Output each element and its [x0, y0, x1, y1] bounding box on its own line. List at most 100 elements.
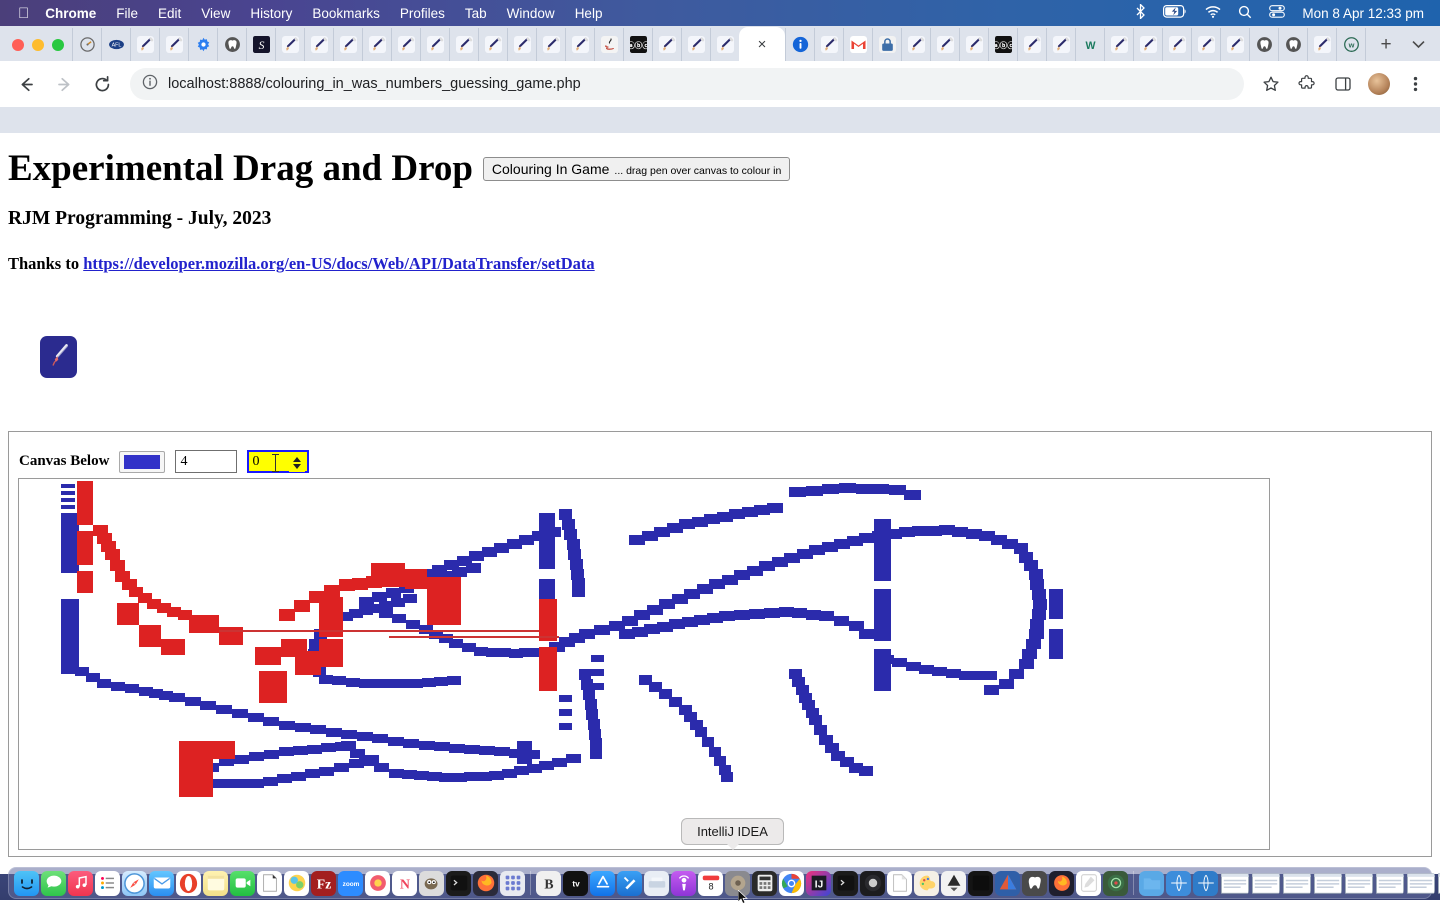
countdown-number-input[interactable]: 0: [247, 450, 310, 473]
spinner-down-icon[interactable]: [293, 464, 302, 469]
tab-25[interactable]: [814, 28, 843, 61]
tab-3[interactable]: [159, 28, 188, 61]
dock-item-imagecapture-icon[interactable]: [644, 870, 669, 896]
colouring-canvas[interactable]: [18, 478, 1270, 850]
tab-10[interactable]: [362, 28, 391, 61]
dock-item-filezilla-icon[interactable]: Fz: [311, 870, 336, 896]
dock-item-inkscape-icon[interactable]: [941, 870, 966, 896]
dock-item-minimized-window-7[interactable]: [1406, 871, 1435, 896]
back-arrow-icon[interactable]: [10, 68, 42, 100]
site-info-circle-icon[interactable]: [142, 74, 158, 94]
menu-item-history[interactable]: History: [250, 6, 292, 21]
dock-item-notes-icon[interactable]: [203, 870, 228, 896]
dock-item-affinity-icon[interactable]: [995, 870, 1020, 896]
menu-bar-clock[interactable]: Mon 8 Apr 12:33 pm: [1302, 6, 1424, 21]
menu-item-chrome[interactable]: Chrome: [45, 6, 96, 21]
tab-search-chevron-down-icon[interactable]: [1400, 28, 1436, 61]
tab-19[interactable]: ⓐⓑⓒ: [623, 28, 652, 61]
tab-44[interactable]: [1365, 28, 1372, 61]
maximize-window-button[interactable]: [52, 39, 64, 51]
tab-26[interactable]: [843, 28, 872, 61]
dock-item-notes2-icon[interactable]: [1076, 870, 1101, 896]
new-tab-button[interactable]: +: [1372, 28, 1400, 61]
datatransfer-setdata-link[interactable]: https://developer.mozilla.org/en-US/docs…: [83, 254, 594, 273]
tab-40[interactable]: [1249, 28, 1278, 61]
tab-34[interactable]: W: [1075, 28, 1104, 61]
dock-item-photos-icon[interactable]: [284, 870, 309, 896]
tab-42[interactable]: [1307, 28, 1336, 61]
tab-43[interactable]: w: [1336, 28, 1365, 61]
menu-item-help[interactable]: Help: [575, 6, 603, 21]
dock-item-safari-icon[interactable]: [122, 870, 147, 896]
dock-item-bbedit-icon[interactable]: B: [536, 870, 561, 896]
dock-item-opera-icon[interactable]: [176, 870, 201, 896]
dock-item-finder-icon[interactable]: [14, 870, 39, 896]
tab-2[interactable]: [130, 28, 159, 61]
dock-item-mail-icon[interactable]: [149, 870, 174, 896]
tab-29[interactable]: [930, 28, 959, 61]
tab-15[interactable]: [507, 28, 536, 61]
puzzle-icon[interactable]: [1292, 69, 1322, 99]
reload-icon[interactable]: [86, 68, 118, 100]
tab-12[interactable]: [420, 28, 449, 61]
dock-item-podcasts-icon[interactable]: [671, 870, 696, 896]
dock-item-appletv-icon[interactable]: tv: [563, 870, 588, 896]
close-window-button[interactable]: [12, 39, 24, 51]
tab-20[interactable]: [652, 28, 681, 61]
dock-item-minimized-window-1[interactable]: [1220, 871, 1249, 896]
menu-item-tab[interactable]: Tab: [465, 6, 487, 21]
dock-item-music-icon[interactable]: [68, 870, 93, 896]
search-icon[interactable]: [1238, 5, 1252, 22]
dock-item-gimp-icon[interactable]: [419, 870, 444, 896]
dock-item-globe-window-icon[interactable]: [1166, 870, 1191, 896]
close-tab-icon[interactable]: ×: [758, 37, 767, 52]
minimize-window-button[interactable]: [32, 39, 44, 51]
dock-item-paint-icon[interactable]: [914, 870, 939, 896]
address-bar[interactable]: localhost:8888/colouring_in_was_numbers_…: [130, 68, 1244, 100]
tab-32[interactable]: [1017, 28, 1046, 61]
tab-9[interactable]: [333, 28, 362, 61]
tab-0[interactable]: [72, 28, 101, 61]
tab-36[interactable]: [1133, 28, 1162, 61]
tab-30[interactable]: [959, 28, 988, 61]
tab-24[interactable]: [785, 28, 814, 61]
tab-18[interactable]: [594, 28, 623, 61]
dock-item-textedit-icon[interactable]: [257, 870, 282, 896]
dock-item-terminal2-icon[interactable]: [833, 870, 858, 896]
battery-charging-icon[interactable]: [1163, 5, 1188, 21]
three-dot-menu-icon[interactable]: [1400, 69, 1430, 99]
draggable-pen[interactable]: [40, 336, 77, 378]
dock-item-minimized-window-6[interactable]: [1375, 871, 1404, 896]
avatar[interactable]: [1364, 69, 1394, 99]
tab-7[interactable]: [275, 28, 304, 61]
dock-item-terminal3-icon[interactable]: [968, 870, 993, 896]
dock-item-calendar-icon[interactable]: 8: [698, 870, 723, 896]
dock-item-globe-window2-icon[interactable]: [1193, 870, 1218, 896]
dock-item-appstore-icon[interactable]: [590, 870, 615, 896]
dock-item-zoom-icon[interactable]: zoom: [338, 870, 363, 896]
spinner-up-icon[interactable]: [293, 457, 302, 462]
tab-39[interactable]: [1220, 28, 1249, 61]
tab-28[interactable]: [901, 28, 930, 61]
tab-38[interactable]: [1191, 28, 1220, 61]
tab-6[interactable]: S: [246, 28, 275, 61]
dock-item-firefox-icon[interactable]: [473, 870, 498, 896]
dock-item-findmy-icon[interactable]: [1103, 870, 1128, 896]
dock-item-pages-icon[interactable]: [887, 870, 912, 896]
tab-41[interactable]: [1278, 28, 1307, 61]
dock-item-intellij-idea-icon[interactable]: IJ: [806, 870, 831, 896]
tab-27[interactable]: [872, 28, 901, 61]
dock-item-firefox2-icon[interactable]: [1049, 870, 1074, 896]
tab-22[interactable]: [710, 28, 739, 61]
pen-size-input[interactable]: 4: [175, 450, 238, 473]
tab-31[interactable]: ⓐⓑⓒ: [988, 28, 1017, 61]
dock-item-terminal-icon[interactable]: [446, 870, 471, 896]
dock-item-minimized-window-2[interactable]: [1251, 871, 1280, 896]
address-bar-url[interactable]: localhost:8888/colouring_in_was_numbers_…: [168, 76, 581, 92]
tab-4[interactable]: [188, 28, 217, 61]
tab-35[interactable]: [1104, 28, 1133, 61]
tab-16[interactable]: [536, 28, 565, 61]
dock-item-calculator-icon[interactable]: [752, 870, 777, 896]
dock-item-reminders-icon[interactable]: [95, 870, 120, 896]
wifi-icon[interactable]: [1205, 5, 1221, 21]
